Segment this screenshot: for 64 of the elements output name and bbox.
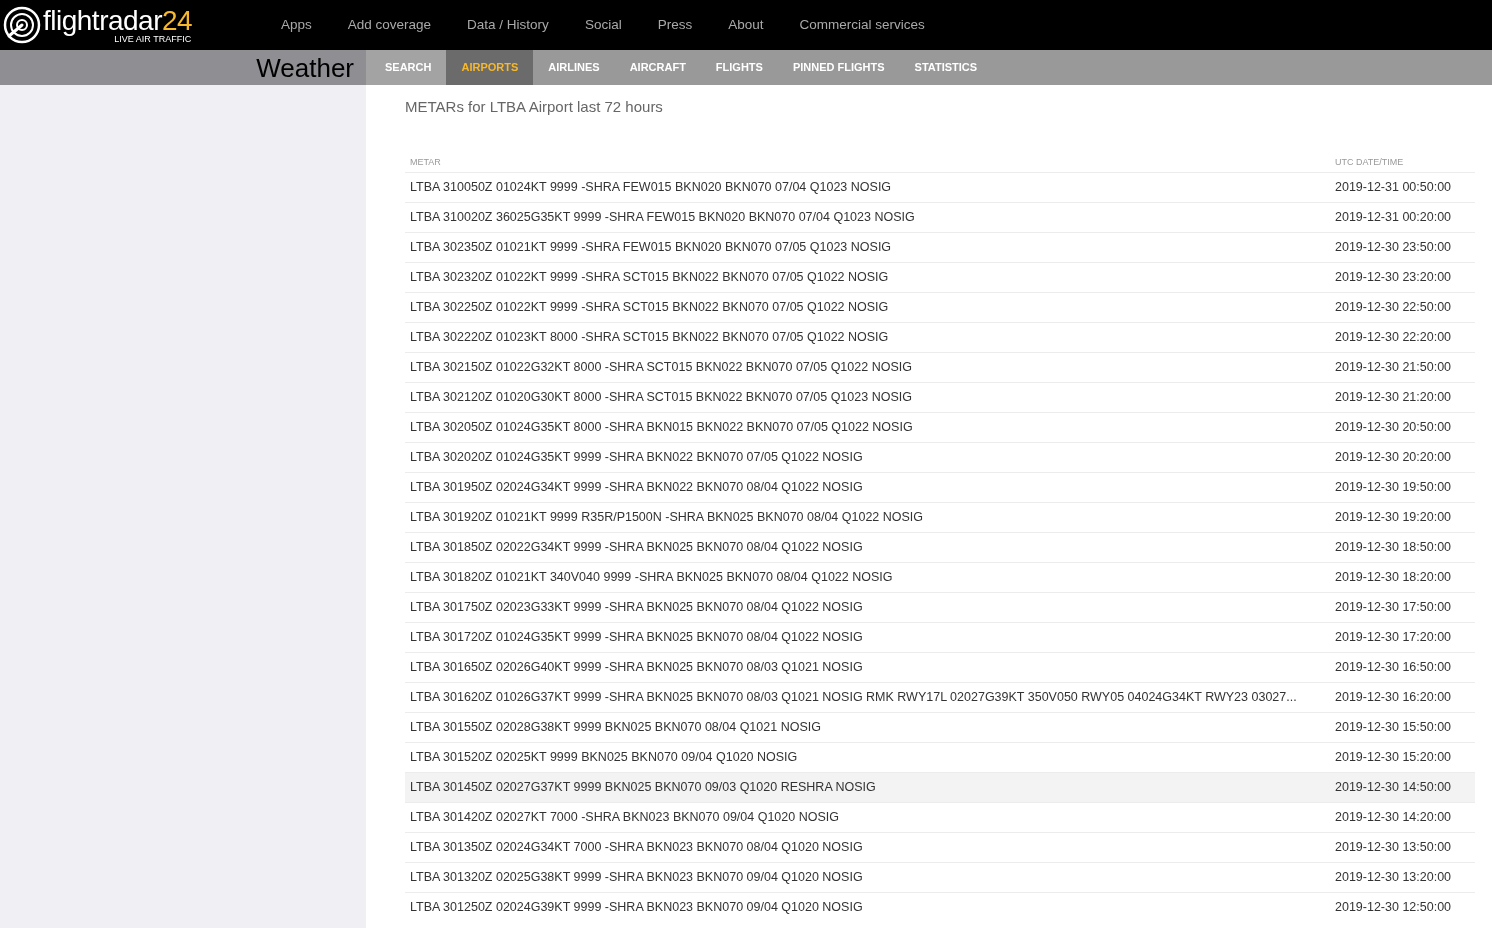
date-cell: 2019-12-30 13:50:00 xyxy=(1330,832,1475,863)
metar-cell: LTBA 301750Z 02023G33KT 9999 -SHRA BKN025 BKN070 08/04 Q1022 NOSIG xyxy=(405,592,1330,623)
metar-cell: LTBA 302350Z 01021KT 9999 -SHRA FEW015 BKN020 BKN070 07/05 Q1023 NOSIG xyxy=(405,232,1330,263)
nav-link[interactable]: Add coverage xyxy=(347,14,432,36)
metar-cell: LTBA 301920Z 01021KT 9999 R35R/P1500N -SHRA BKN025 BKN070 08/04 Q1022 NOSIG xyxy=(405,502,1330,533)
nav-link[interactable]: Apps xyxy=(281,14,312,36)
date-cell: 2019-12-30 22:50:00 xyxy=(1330,292,1475,323)
metar-cell: LTBA 310050Z 01024KT 9999 -SHRA FEW015 BKN020 BKN070 07/04 Q1023 NOSIG xyxy=(405,172,1330,203)
metar-cell: LTBA 301850Z 02022G34KT 9999 -SHRA BKN025 BKN070 08/04 Q1022 NOSIG xyxy=(405,532,1330,563)
date-cell: 2019-12-30 23:50:00 xyxy=(1330,232,1475,263)
metar-cell: LTBA 302250Z 01022KT 9999 -SHRA SCT015 BKN022 BKN070 07/05 Q1022 NOSIG xyxy=(405,292,1330,323)
date-cell: 2019-12-30 18:20:00 xyxy=(1330,562,1475,593)
metar-cell: LTBA 301820Z 01021KT 340V040 9999 -SHRA BKN025 BKN070 08/04 Q1022 NOSIG xyxy=(405,562,1330,593)
nav-link[interactable]: Commercial services xyxy=(799,14,925,36)
nav-link[interactable]: About xyxy=(728,14,764,36)
nav-link[interactable]: Data / History xyxy=(467,14,549,36)
date-cell: 2019-12-30 19:50:00 xyxy=(1330,472,1475,503)
metar-cell: LTBA 301320Z 02025G38KT 9999 -SHRA BKN023 BKN070 09/04 Q1020 NOSIG xyxy=(405,862,1330,893)
metar-cell: LTBA 301620Z 01026G37KT 9999 -SHRA BKN025 BKN070 08/03 Q1021 NOSIG RMK RWY17L 02027G39KT 350V050 RWY05 04024G34KT RWY23 03027... xyxy=(405,682,1330,713)
metar-cell: LTBA 301520Z 02025KT 9999 BKN025 BKN070 09/04 Q1020 NOSIG xyxy=(405,742,1330,773)
metar-cell: LTBA 301350Z 02024G34KT 7000 -SHRA BKN023 BKN070 08/04 Q1020 NOSIG xyxy=(405,832,1330,863)
date-cell: 2019-12-30 14:20:00 xyxy=(1330,802,1475,833)
date-cell: 2019-12-30 17:50:00 xyxy=(1330,592,1475,623)
metar-cell: LTBA 302320Z 01022KT 9999 -SHRA SCT015 BKN022 BKN070 07/05 Q1022 NOSIG xyxy=(405,262,1330,293)
page-title: Weather xyxy=(256,52,354,83)
metar-cell: LTBA 301250Z 02024G39KT 9999 -SHRA BKN023 BKN070 09/04 Q1020 NOSIG xyxy=(405,892,1330,923)
metar-cell: LTBA 301450Z 02027G37KT 9999 BKN025 BKN070 09/03 Q1020 RESHRA NOSIG xyxy=(405,772,1330,803)
date-cell: 2019-12-30 15:50:00 xyxy=(1330,712,1475,743)
metar-cell: LTBA 302150Z 01022G32KT 8000 -SHRA SCT015 BKN022 BKN070 07/05 Q1022 NOSIG xyxy=(405,352,1330,383)
date-cell: 2019-12-30 20:50:00 xyxy=(1330,412,1475,443)
metar-cell: LTBA 301950Z 02024G34KT 9999 -SHRA BKN022 BKN070 08/04 Q1022 NOSIG xyxy=(405,472,1330,503)
column-header: METAR xyxy=(410,157,441,167)
metar-cell: LTBA 310020Z 36025G35KT 9999 -SHRA FEW015 BKN020 BKN070 07/04 Q1023 NOSIG xyxy=(405,202,1330,233)
date-cell: 2019-12-30 21:50:00 xyxy=(1330,352,1475,383)
metar-cell: LTBA 302120Z 01020G30KT 8000 -SHRA SCT015 BKN022 BKN070 07/05 Q1023 NOSIG xyxy=(405,382,1330,413)
date-cell: 2019-12-30 16:20:00 xyxy=(1330,682,1475,713)
date-cell: 2019-12-30 21:20:00 xyxy=(1330,382,1475,413)
date-cell: 2019-12-31 00:50:00 xyxy=(1330,172,1475,203)
logo-tagline: LIVE AIR TRAFFIC xyxy=(114,34,192,44)
radar-logo-icon xyxy=(3,6,41,44)
date-cell: 2019-12-30 18:50:00 xyxy=(1330,532,1475,563)
date-cell: 2019-12-30 20:20:00 xyxy=(1330,442,1475,473)
date-cell: 2019-12-30 13:20:00 xyxy=(1330,862,1475,893)
page-heading: METARs for LTBA Airport last 72 hours xyxy=(405,97,664,117)
date-cell: 2019-12-30 12:50:00 xyxy=(1330,892,1475,923)
metar-cell: LTBA 301650Z 02026G40KT 9999 -SHRA BKN025 BKN070 08/03 Q1021 NOSIG xyxy=(405,652,1330,683)
metar-cell: LTBA 302220Z 01023KT 8000 -SHRA SCT015 BKN022 BKN070 07/05 Q1022 NOSIG xyxy=(405,322,1330,353)
metar-cell: LTBA 301720Z 01024G35KT 9999 -SHRA BKN025 BKN070 08/04 Q1022 NOSIG xyxy=(405,622,1330,653)
metar-cell: LTBA 301420Z 02027KT 7000 -SHRA BKN023 BKN070 09/04 Q1020 NOSIG xyxy=(405,802,1330,833)
date-cell: 2019-12-30 16:50:00 xyxy=(1330,652,1475,683)
metar-cell: LTBA 301550Z 02028G38KT 9999 BKN025 BKN070 08/04 Q1021 NOSIG xyxy=(405,712,1330,743)
nav-link[interactable]: Social xyxy=(584,14,622,36)
date-cell: 2019-12-30 19:20:00 xyxy=(1330,502,1475,533)
date-cell: 2019-12-30 15:20:00 xyxy=(1330,742,1475,773)
date-cell: 2019-12-30 14:50:00 xyxy=(1330,772,1475,803)
logo-wordmark[interactable]: flightradar24 xyxy=(43,6,193,35)
metar-cell: LTBA 302050Z 01024G35KT 8000 -SHRA BKN015 BKN022 BKN070 07/05 Q1022 NOSIG xyxy=(405,412,1330,443)
date-cell: 2019-12-30 22:20:00 xyxy=(1330,322,1475,353)
date-cell: 2019-12-31 00:20:00 xyxy=(1330,202,1475,233)
column-header: UTC DATE/TIME xyxy=(1335,157,1404,167)
date-cell: 2019-12-30 17:20:00 xyxy=(1330,622,1475,653)
date-cell: 2019-12-30 23:20:00 xyxy=(1330,262,1475,293)
nav-link[interactable]: Press xyxy=(657,14,693,36)
metar-cell: LTBA 302020Z 01024G35KT 9999 -SHRA BKN022 BKN070 07/05 Q1022 NOSIG xyxy=(405,442,1330,473)
